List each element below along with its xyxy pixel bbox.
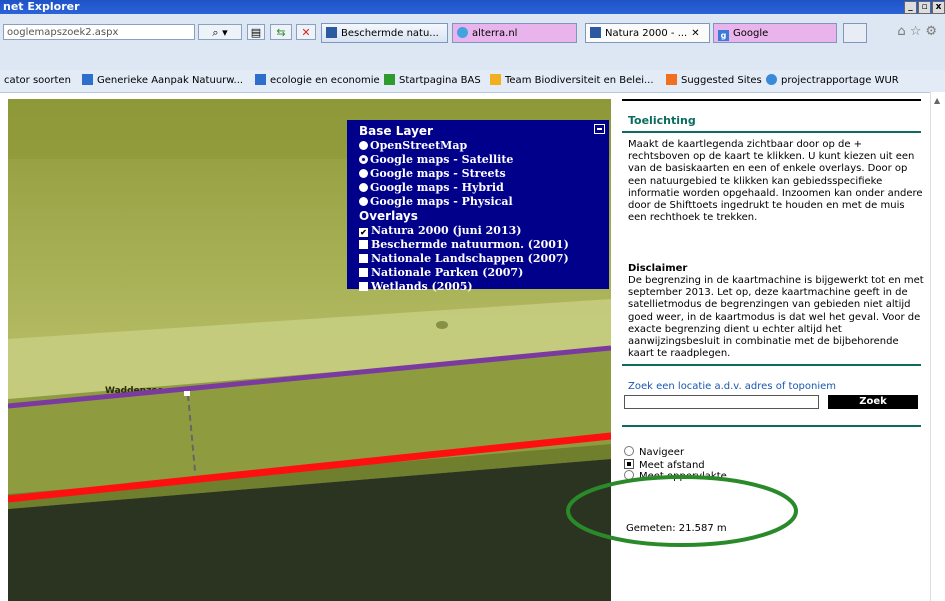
base-layer-heading: Base Layer: [359, 124, 433, 138]
suggested-sites-icon: [666, 74, 677, 85]
startpagina-icon: [384, 74, 395, 85]
favorites-icon[interactable]: ☆: [910, 24, 926, 39]
window-titlebar: net Explorer _ ▫ x: [0, 0, 945, 14]
favorite-item[interactable]: Startpagina BAS: [384, 70, 481, 92]
tab-favicon-icon: [326, 27, 337, 38]
tab-alterra[interactable]: alterra.nl: [452, 23, 577, 43]
checkbox-icon[interactable]: [359, 254, 368, 263]
tab-beschermde[interactable]: Beschermde natu...: [321, 23, 448, 43]
radio-icon[interactable]: [359, 169, 368, 178]
search-input[interactable]: [624, 395, 819, 409]
base-layer-option[interactable]: OpenStreetMap: [359, 139, 609, 153]
checkbox-icon[interactable]: [359, 282, 368, 291]
search-button[interactable]: Zoek: [828, 395, 918, 409]
checkbox-icon[interactable]: [359, 240, 368, 249]
search-label: Zoek een locatie a.d.v. adres of toponie…: [628, 381, 837, 392]
home-icon[interactable]: ⌂: [897, 24, 909, 39]
base-layer-option[interactable]: Google maps - Hybrid: [359, 181, 609, 195]
navigeer-option[interactable]: Navigeer: [624, 446, 684, 458]
window-controls: _ ▫ x: [904, 1, 945, 14]
overlay-option[interactable]: ✔ Natura 2000 (juni 2013): [359, 224, 609, 238]
disclaimer-heading: Disclaimer: [628, 263, 688, 274]
favorite-item[interactable]: Team Biodiversiteit en Belei...: [490, 70, 654, 92]
close-tab-icon[interactable]: ✕: [691, 28, 699, 39]
radio-icon[interactable]: [359, 183, 368, 192]
vertical-scrollbar[interactable]: ▲: [930, 92, 945, 601]
divider: [622, 364, 921, 366]
radio-selected-icon[interactable]: [624, 459, 634, 469]
compatibility-icon[interactable]: ▤: [247, 24, 265, 40]
base-layer-option[interactable]: Google maps - Streets: [359, 167, 609, 181]
page-icon: [255, 74, 266, 85]
close-window-button[interactable]: x: [932, 1, 945, 14]
radio-icon[interactable]: [624, 470, 634, 480]
divider: [622, 99, 921, 101]
checkbox-icon[interactable]: [359, 268, 368, 277]
ie-favicon-icon: [457, 27, 468, 38]
new-tab-button[interactable]: [843, 23, 867, 43]
favorite-item[interactable]: ecologie en economie: [255, 70, 380, 92]
measure-vertex[interactable]: [184, 391, 190, 396]
meet-oppervlakte-option[interactable]: Meet oppervlakte: [624, 470, 727, 482]
base-layer-option[interactable]: Google maps - Satellite: [359, 153, 609, 167]
window-title: net Explorer: [3, 0, 80, 13]
overlay-option[interactable]: Beschermde natuurmon. (2001): [359, 238, 609, 252]
checkbox-checked-icon[interactable]: ✔: [359, 228, 368, 237]
page-icon: [82, 74, 93, 85]
divider: [622, 425, 921, 427]
info-panel: Toelichting Maakt de kaartlegenda zichtb…: [622, 99, 924, 601]
browser-toolbar: ooglemapszoek2.aspx ⌕ ▾ ▤ ⇆ ✕ Beschermde…: [0, 14, 945, 70]
tab-natura[interactable]: Natura 2000 - ... ✕: [585, 23, 710, 43]
google-favicon-icon: g: [718, 30, 729, 41]
toelichting-text: Maakt de kaartlegenda zichtbaar door op …: [628, 139, 923, 224]
toelichting-heading: Toelichting: [628, 114, 696, 127]
overlay-option[interactable]: Wetlands (2005): [359, 280, 609, 294]
overlay-option[interactable]: Nationale Landschappen (2007): [359, 252, 609, 266]
disclaimer-text: De begrenzing in de kaartmachine is bijg…: [628, 275, 924, 360]
tab-favicon-icon: [590, 27, 601, 38]
overlay-option[interactable]: Nationale Parken (2007): [359, 266, 609, 280]
browser-tool-icons: ⌂☆⚙: [897, 24, 941, 39]
natura2000-boundary-line: [8, 432, 611, 503]
favorite-item[interactable]: Generieke Aanpak Natuurw...: [82, 70, 243, 92]
measure-result: Gemeten: 21.587 m: [626, 523, 727, 534]
overlays-heading: Overlays: [359, 209, 418, 223]
favorites-bar: cator soorten Generieke Aanpak Natuurw..…: [0, 70, 945, 93]
ie-icon: [766, 74, 777, 85]
refresh-icon[interactable]: ⇆: [270, 24, 292, 40]
layer-switcher: Base Layer OpenStreetMap Google maps - S…: [347, 120, 609, 293]
favorite-item[interactable]: Suggested Sites: [666, 70, 762, 92]
tab-google[interactable]: g Google: [713, 23, 837, 43]
natura2000-boundary-line: [8, 345, 611, 409]
radio-selected-icon[interactable]: [359, 155, 368, 164]
stop-icon[interactable]: ✕: [296, 24, 316, 40]
radio-icon[interactable]: [359, 141, 368, 150]
favorite-item[interactable]: cator soorten: [4, 70, 71, 92]
divider: [622, 131, 921, 133]
minimize-layer-switcher-button[interactable]: [594, 124, 605, 134]
minimize-window-button[interactable]: _: [904, 1, 917, 14]
maximize-window-button[interactable]: ▫: [918, 1, 931, 14]
team-icon: [490, 74, 501, 85]
radio-icon[interactable]: [624, 446, 634, 456]
address-input[interactable]: ooglemapszoek2.aspx: [3, 24, 195, 40]
scroll-up-icon[interactable]: ▲: [934, 96, 940, 105]
radio-icon[interactable]: [359, 197, 368, 206]
favorite-item[interactable]: projectrapportage WUR: [766, 70, 899, 92]
base-layer-option[interactable]: Google maps - Physical: [359, 195, 609, 209]
measure-line: [187, 394, 196, 472]
search-dropdown-button[interactable]: ⌕ ▾: [198, 24, 242, 40]
gear-icon[interactable]: ⚙: [925, 24, 941, 39]
